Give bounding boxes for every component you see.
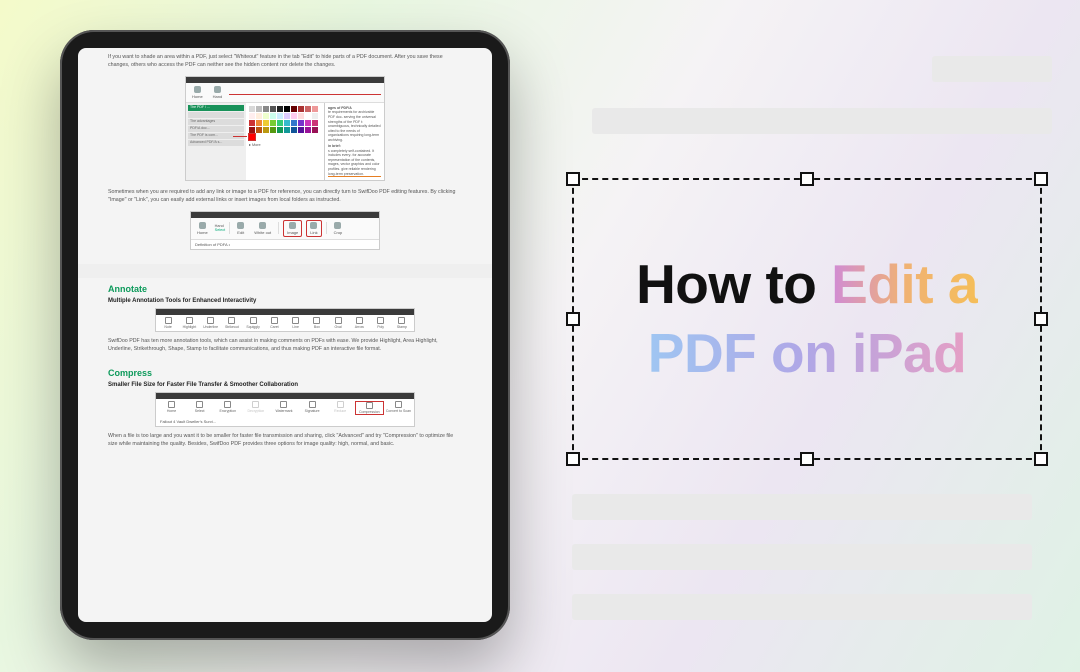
- paragraph-compress: When a file is too large and you want it…: [108, 433, 462, 449]
- note-icon: [165, 317, 172, 324]
- paragraph-imagelink: Sometimes when you are required to add a…: [108, 189, 462, 205]
- oval-icon: [335, 317, 342, 324]
- underline-icon: [207, 317, 214, 324]
- line-icon: [292, 317, 299, 324]
- decrypt-icon: [252, 401, 259, 408]
- screenshot-compress-toolbar: Home Select Encryption Decryption Waterm…: [155, 392, 415, 427]
- palette-sidebar: The PDF / ... The advantages PDF/A doc..…: [186, 103, 246, 180]
- arrow-icon: [356, 317, 363, 324]
- paragraph-annotate: SwifDoo PDF has ten more annotation tool…: [108, 338, 462, 354]
- stamp-icon: [398, 317, 405, 324]
- paragraph-whiteout: If you want to shade an area within a PD…: [108, 54, 462, 70]
- box-icon: [313, 317, 320, 324]
- screenshot-palette: Home Hand The PDF / ... The advantages P…: [185, 76, 385, 181]
- select-icon: [196, 401, 203, 408]
- headline-part3: PDF on iPad: [648, 322, 966, 384]
- placeholder-bar: [572, 544, 1032, 570]
- subheading-annotate: Multiple Annotation Tools for Enhanced I…: [108, 298, 462, 304]
- highlight-icon: [186, 317, 193, 324]
- edit-icon: [237, 222, 244, 229]
- home-icon: [168, 401, 175, 408]
- home-icon: [199, 222, 206, 229]
- headline-text[interactable]: How to Edit a PDF on iPad: [574, 180, 1040, 458]
- heading-annotate: Annotate: [108, 284, 462, 294]
- screenshot-annotation-toolbar: Note Highlight Underline Strikeout Squig…: [155, 308, 415, 332]
- polygon-icon: [377, 317, 384, 324]
- headline-part2: Edit a: [831, 253, 978, 315]
- heading-compress: Compress: [108, 368, 462, 378]
- whiteout-icon: [259, 222, 266, 229]
- placeholder-bar: [932, 56, 1052, 82]
- headline-part1: How to: [636, 253, 831, 315]
- screenshot-imglink-toolbar: Home HandSelect Edit White out Image Lin…: [190, 211, 380, 250]
- squiggly-icon: [250, 317, 257, 324]
- ipad-screen: If you want to shade an area within a PD…: [78, 48, 492, 622]
- encrypt-icon: [224, 401, 231, 408]
- convert-scan-icon: [395, 401, 402, 408]
- placeholder-bar: [572, 494, 1032, 520]
- link-icon: [310, 222, 317, 229]
- document-scroll[interactable]: If you want to shade an area within a PD…: [78, 48, 492, 622]
- placeholder-bar: [572, 594, 1032, 620]
- image-icon: [289, 222, 296, 229]
- caret-icon: [271, 317, 278, 324]
- palette-text-panel: ages of PDF/A te requirements for archiv…: [324, 103, 384, 180]
- reduce-icon: [337, 401, 344, 408]
- compression-icon: [366, 402, 373, 409]
- strikeout-icon: [228, 317, 235, 324]
- signature-icon: [309, 401, 316, 408]
- home-icon: [194, 86, 201, 93]
- ipad-device: If you want to shade an area within a PD…: [60, 30, 510, 640]
- red-path-decor: [229, 94, 381, 96]
- selection-bounding-box[interactable]: How to Edit a PDF on iPad: [572, 178, 1042, 460]
- subheading-compress: Smaller File Size for Faster File Transf…: [108, 382, 462, 388]
- color-swatches: ▸ More: [246, 103, 324, 180]
- watermark-icon: [280, 401, 287, 408]
- placeholder-bar: [592, 108, 1052, 134]
- hand-icon: [214, 86, 221, 93]
- crop-icon: [334, 222, 341, 229]
